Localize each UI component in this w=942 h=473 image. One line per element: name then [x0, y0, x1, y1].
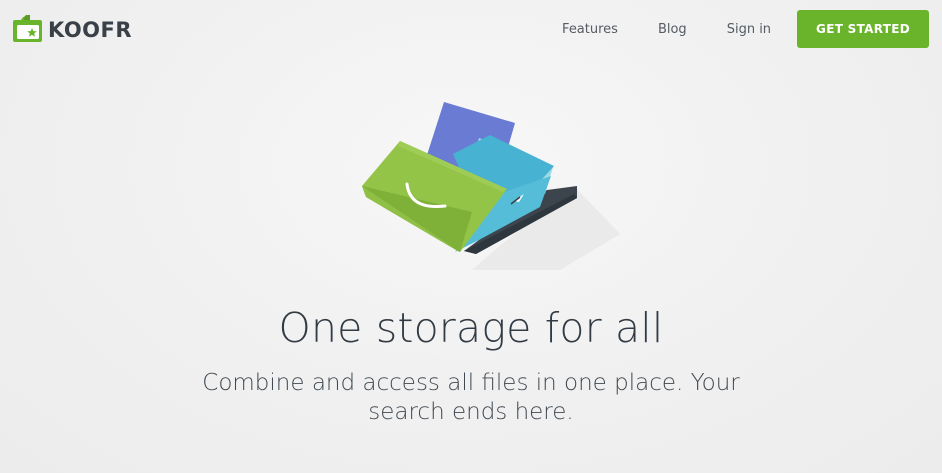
hero-subtitle: Combine and access all files in one plac… — [202, 370, 740, 425]
top-header: KOOFR Features Blog Sign in GET STARTED — [0, 0, 942, 60]
brand-name: KOOFR — [48, 17, 133, 42]
get-started-button[interactable]: GET STARTED — [797, 10, 929, 48]
main-nav: Features Blog Sign in GET STARTED — [562, 10, 929, 48]
nav-link-sign-in[interactable]: Sign in — [727, 22, 771, 37]
nav-link-features[interactable]: Features — [562, 22, 618, 37]
folder-star-icon — [13, 15, 42, 42]
hero-title: One storage for all — [278, 304, 664, 352]
storage-folder-illustration — [362, 102, 620, 270]
koofr-logo-link[interactable]: KOOFR — [12, 13, 132, 45]
nav-link-blog[interactable]: Blog — [658, 22, 687, 37]
